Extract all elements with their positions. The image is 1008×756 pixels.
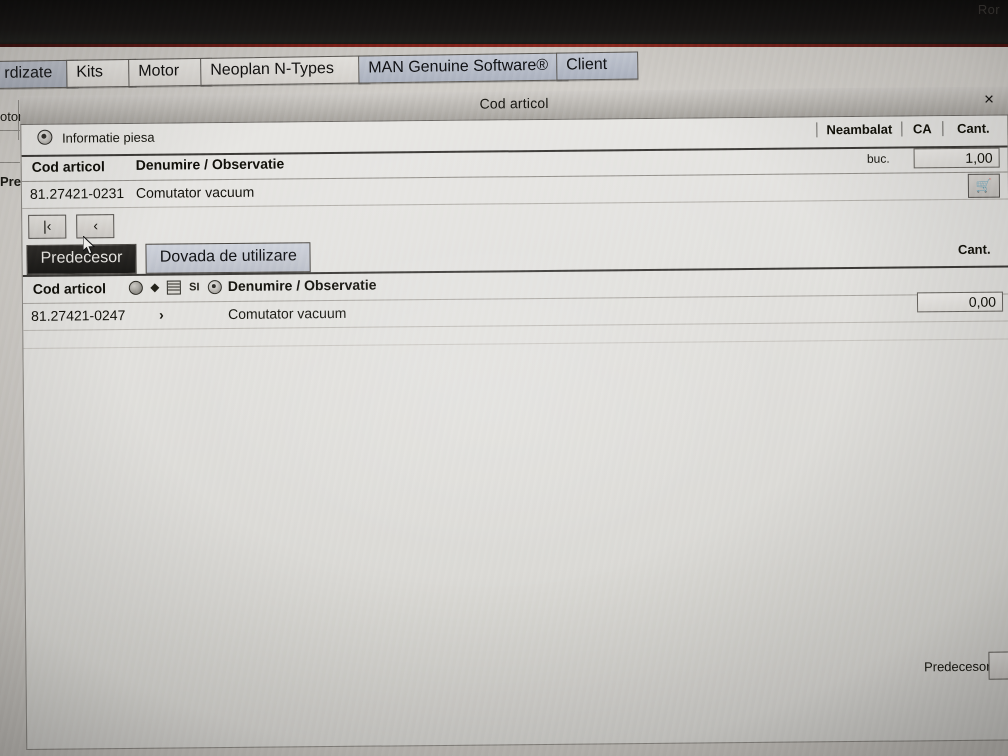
tab-man-genuine-software[interactable]: MAN Genuine Software®: [358, 52, 569, 84]
tab-dovada-de-utilizare[interactable]: Dovada de utilizare: [145, 242, 311, 274]
tab-neoplan-n-types[interactable]: Neoplan N-Types: [200, 55, 371, 86]
globe-icon[interactable]: [128, 280, 143, 295]
footer-field[interactable]: [988, 651, 1008, 680]
monitor-bezel: [0, 0, 1008, 47]
info-panel-title-wrap: Informatie piesa: [37, 129, 155, 146]
column-header-ca: CA: [901, 121, 943, 137]
dialog-tabs: Predecesor Dovada de utilizare: [26, 242, 311, 275]
background-rule: [0, 162, 20, 163]
dialog-body: Informatie piesa Neambalat CA Cant. Cod …: [20, 115, 1008, 750]
list-icon[interactable]: [166, 280, 181, 295]
close-icon[interactable]: ×: [976, 89, 1002, 111]
background-fragment-pre: Pre: [0, 174, 21, 189]
cod-articol-dialog: Cod articol × Informatie piesa Neambalat…: [20, 86, 1008, 750]
grid2-cell-denumire: Comutator vacuum: [228, 304, 347, 323]
cart-glyph: 🛒: [975, 177, 993, 194]
grid2-header-denumire: Denumire / Observatie: [227, 276, 377, 295]
grid2-cant-label: Cant.: [957, 241, 991, 258]
bezel-ghost-text: Ror: [977, 2, 1000, 17]
chevron-right-icon: ›: [159, 306, 164, 323]
previous-record-button[interactable]: ‹: [76, 214, 115, 239]
info-panel-columns: Neambalat CA Cant.: [816, 120, 1004, 138]
grid1-cell-cod: 81.27421-0231: [29, 185, 125, 202]
grid1-header-cod: Cod articol: [31, 158, 105, 175]
tab-client[interactable]: Client: [556, 51, 639, 81]
grid1-cell-denumire: Comutator vacuum: [135, 183, 255, 201]
tab-label: Motor: [138, 62, 180, 80]
background-fragment-motor: otor: [0, 109, 23, 124]
screen-photo: Ror rdizate Kits Motor Neoplan N-Types M…: [0, 0, 1008, 756]
tab-label: Client: [566, 55, 608, 74]
info-panel-title: Informatie piesa: [61, 129, 155, 146]
record-navigation: |‹ ‹: [28, 214, 121, 239]
info-circle-icon[interactable]: [207, 280, 222, 295]
footer-predecesor-label: Predecesor: [923, 658, 991, 675]
shopping-cart-icon[interactable]: 🛒: [967, 173, 1001, 198]
bezel-red-strip: [0, 44, 1008, 47]
si-label: SI: [189, 281, 200, 294]
column-header-neambalat: Neambalat: [816, 121, 902, 138]
column-header-cant: Cant.: [942, 120, 1004, 137]
tab-kits[interactable]: Kits: [66, 58, 137, 88]
tab-label: MAN Genuine Software®: [368, 56, 549, 77]
info-circle-icon: [37, 129, 53, 145]
grid1-header-denumire: Denumire / Observatie: [135, 155, 285, 173]
tab-label: Neoplan N-Types: [210, 59, 335, 79]
code-icon[interactable]: ◆: [149, 282, 161, 294]
first-record-button[interactable]: |‹: [28, 214, 67, 239]
dialog-title: Cod articol: [479, 94, 549, 112]
quantity-input[interactable]: 1,00: [913, 147, 1000, 169]
grid2-header-cod: Cod articol: [32, 280, 107, 297]
tab-label: Kits: [76, 63, 104, 81]
grid2-cell-cod: 81.27421-0247: [31, 306, 126, 324]
grid1-unit-label: buc.: [866, 151, 890, 166]
background-rule: [0, 130, 20, 131]
tab-predecesor[interactable]: Predecesor: [26, 243, 137, 275]
tab-label: rdizate: [4, 64, 53, 82]
grid2-header-icons: ◆ SI: [128, 280, 222, 295]
